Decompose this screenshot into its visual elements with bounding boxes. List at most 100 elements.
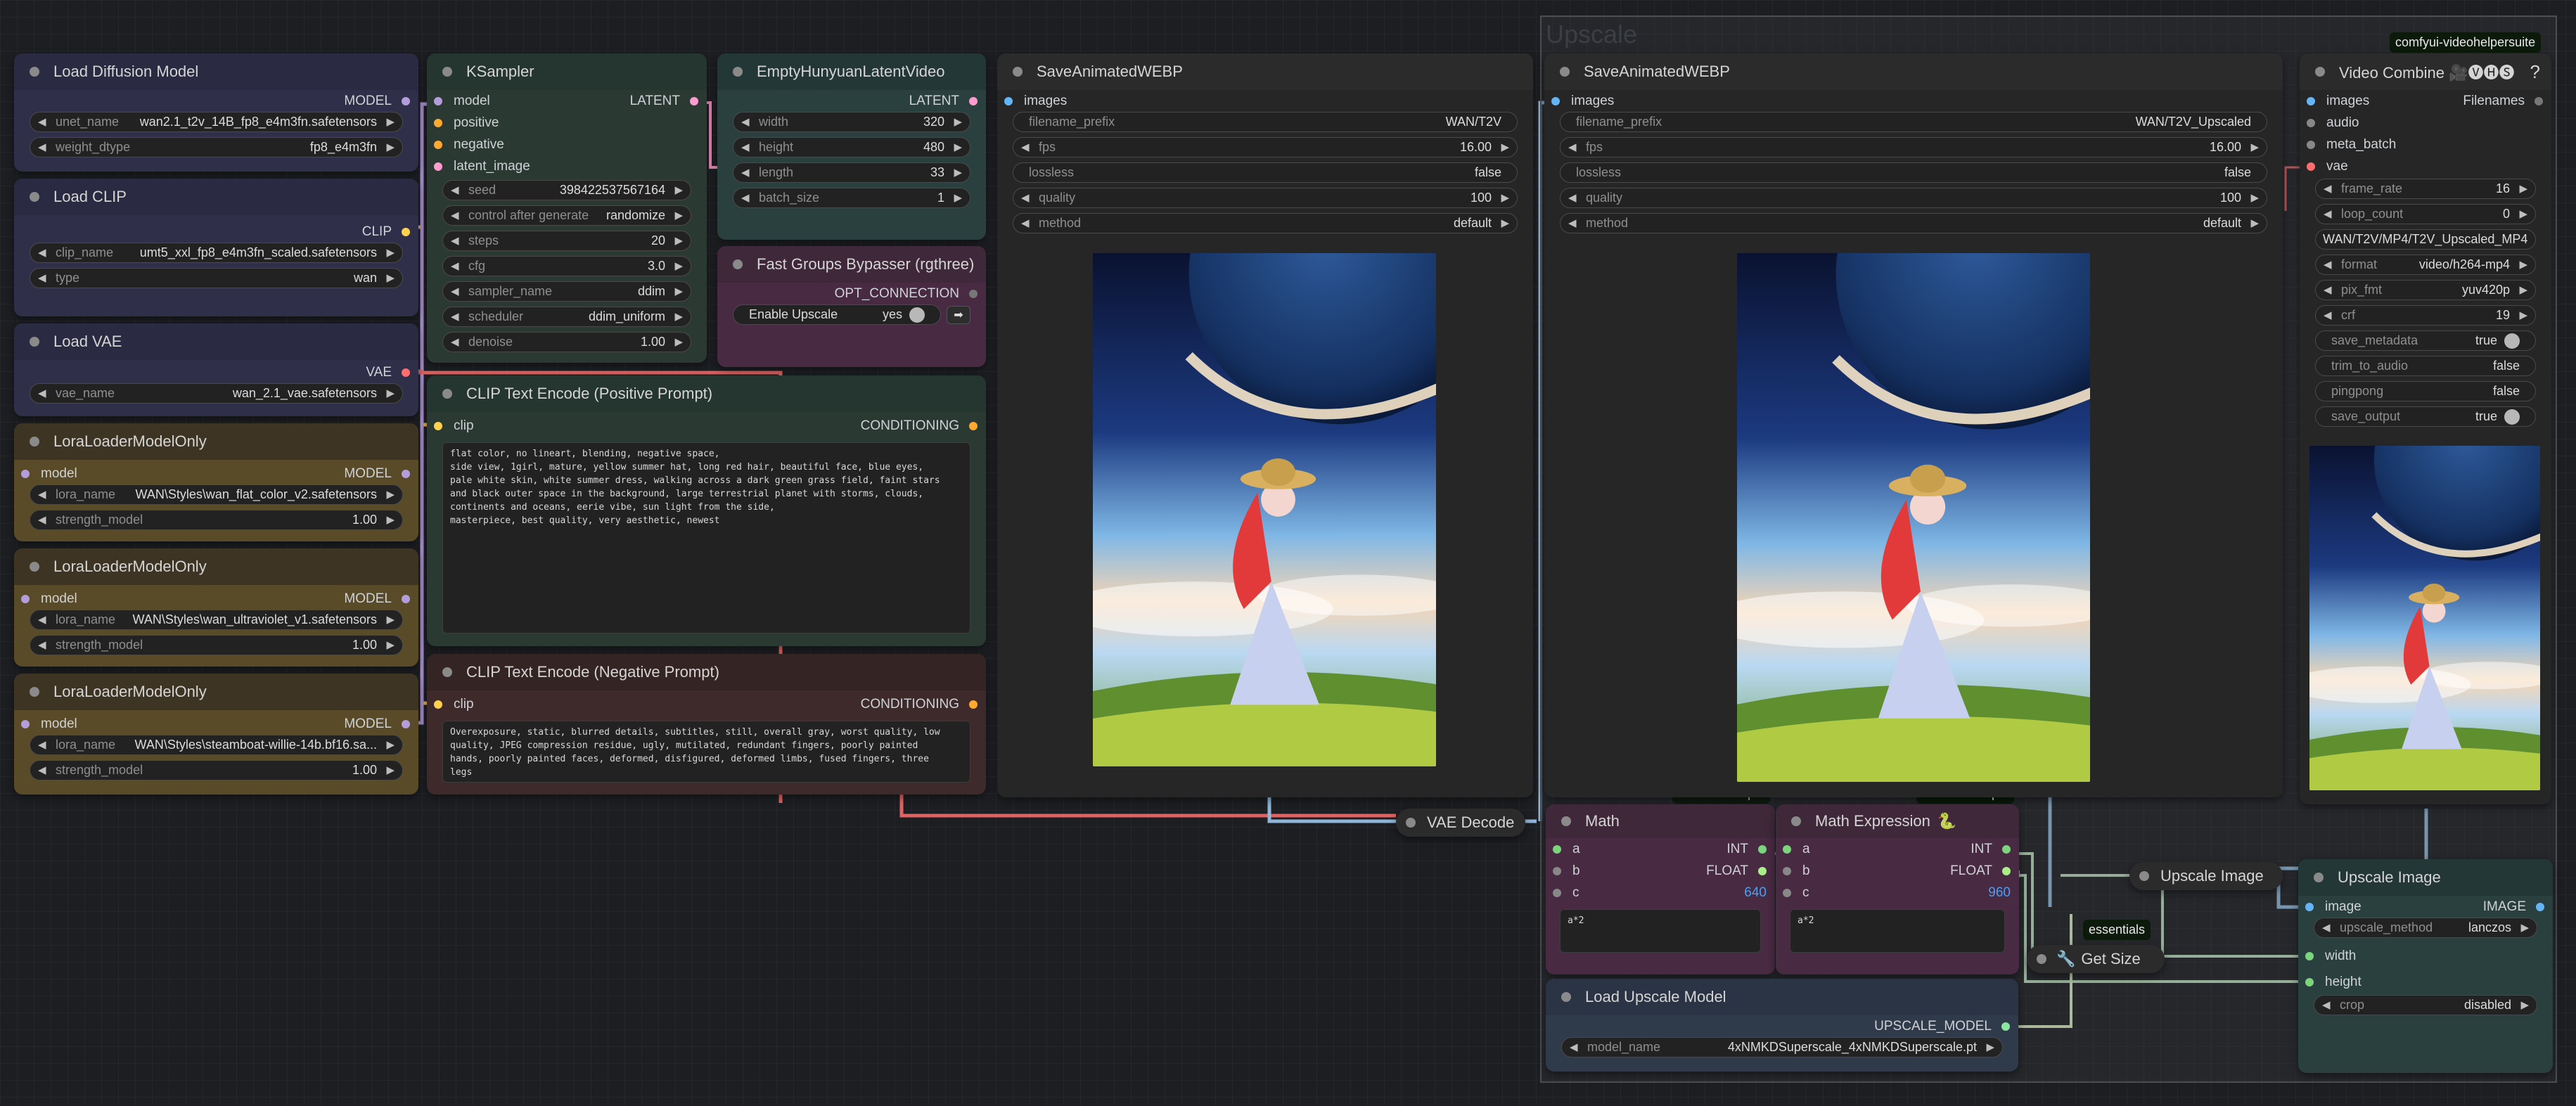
- clip-name-combo[interactable]: ◀ clip_name umt5_xxl_fp8_e4m3fn_scaled.saf…: [30, 243, 403, 263]
- model-socket-icon[interactable]: [21, 719, 30, 728]
- video-combine-node[interactable]: Video Combine 🎥🅥🅗🅢? images Filenames aud…: [2300, 53, 2551, 804]
- vae-input[interactable]: vae: [2307, 159, 2348, 174]
- arrow-right-icon[interactable]: ▶: [954, 115, 962, 128]
- arrow-left-icon[interactable]: ◀: [38, 613, 46, 626]
- node-header[interactable]: LoraLoaderModelOnly: [14, 423, 418, 460]
- filenames-output[interactable]: Filenames: [2463, 94, 2543, 109]
- arrow-right-icon[interactable]: ▶: [386, 613, 395, 626]
- arrow-left-icon[interactable]: ◀: [451, 234, 459, 247]
- arrow-left-icon[interactable]: ◀: [1021, 217, 1030, 229]
- model-socket-icon[interactable]: [434, 96, 442, 105]
- empty-latent-video-node[interactable]: EmptyHunyuanLatentVideo LATENT ◀ width 320…: [717, 53, 986, 240]
- load-clip-node[interactable]: Load CLIP CLIP ◀ clip_name umt5_xxl_fp8_e4…: [14, 179, 418, 316]
- vae-socket-icon[interactable]: [402, 368, 410, 377]
- collapse-dot-icon[interactable]: [30, 687, 39, 697]
- load-vae-node[interactable]: Load VAE VAE ◀ vae_name wan_2.1_vae.safete…: [14, 323, 418, 416]
- lora-name-combo[interactable]: ◀ lora_name WAN\Styles\wan_flat_color_v2.s…: [30, 484, 403, 505]
- arrow-right-icon[interactable]: ▶: [2519, 207, 2527, 220]
- lora-loader-node-3[interactable]: LoraLoaderModelOnly model MODEL ◀ lora_na…: [14, 674, 418, 795]
- model-input[interactable]: model: [21, 466, 77, 482]
- filenames-socket-icon[interactable]: [2535, 96, 2543, 105]
- lora-loader-node-2[interactable]: LoraLoaderModelOnly model MODEL ◀ lora_na…: [14, 548, 418, 667]
- steps-field[interactable]: ◀ steps 20 ▶: [442, 231, 691, 251]
- arrow-right-icon[interactable]: ▶: [386, 387, 395, 399]
- lossless-toggle[interactable]: lossless false: [1560, 162, 2267, 183]
- collapse-dot-icon[interactable]: [30, 437, 39, 446]
- collapse-dot-icon[interactable]: [2139, 871, 2149, 881]
- strength-model-slider[interactable]: ◀ strength_model 1.00 ▶: [30, 635, 403, 655]
- clip-input[interactable]: clip: [434, 697, 474, 712]
- arrow-right-icon[interactable]: ▶: [386, 513, 395, 526]
- goto-group-button[interactable]: ➡: [947, 305, 970, 324]
- method-combo[interactable]: ◀ method default ▶: [1013, 213, 1518, 233]
- node-header[interactable]: CLIP Text Encode (Positive Prompt): [427, 375, 986, 412]
- arrow-right-icon[interactable]: ▶: [2519, 182, 2527, 195]
- a-input[interactable]: a: [1553, 842, 1580, 857]
- node-header[interactable]: KSampler: [427, 53, 707, 90]
- quality-field[interactable]: ◀ quality 100 ▶: [1013, 188, 1518, 208]
- image-socket-icon[interactable]: [2307, 96, 2315, 105]
- arrow-right-icon[interactable]: ▶: [954, 141, 962, 153]
- node-header[interactable]: Upscale Image: [2298, 859, 2553, 896]
- number-socket-icon[interactable]: [1553, 888, 1561, 897]
- seed-field[interactable]: ◀ seed 398422537567164 ▶: [442, 180, 691, 200]
- arrow-right-icon[interactable]: ▶: [2519, 309, 2527, 321]
- node-header[interactable]: SaveAnimatedWEBP: [1544, 53, 2283, 90]
- arrow-left-icon[interactable]: ◀: [1568, 191, 1577, 204]
- model-socket-icon[interactable]: [402, 719, 410, 728]
- model-socket-icon[interactable]: [21, 469, 30, 478]
- int-socket-icon[interactable]: [1783, 844, 1791, 854]
- model-input[interactable]: model: [434, 94, 490, 109]
- fps-field[interactable]: ◀ fps 16.00 ▶: [1013, 137, 1518, 157]
- upscale-model-socket-icon[interactable]: [2001, 1022, 2010, 1031]
- node-header[interactable]: LoraLoaderModelOnly: [14, 548, 418, 585]
- arrow-right-icon[interactable]: ▶: [2250, 191, 2259, 204]
- arrow-left-icon[interactable]: ◀: [38, 115, 46, 128]
- node-header[interactable]: LoraLoaderModelOnly: [14, 674, 418, 710]
- video-preview[interactable]: [2309, 446, 2540, 790]
- save-metadata-toggle[interactable]: save_metadata true: [2315, 330, 2536, 351]
- meta-batch-input[interactable]: meta_batch: [2307, 137, 2396, 153]
- model-input[interactable]: model: [21, 716, 77, 732]
- arrow-left-icon[interactable]: ◀: [38, 387, 46, 399]
- model-input[interactable]: model: [21, 591, 77, 607]
- arrow-right-icon[interactable]: ▶: [1501, 217, 1509, 229]
- arrow-right-icon[interactable]: ▶: [674, 310, 683, 323]
- int-output[interactable]: INT: [1971, 842, 2011, 857]
- arrow-right-icon[interactable]: ▶: [386, 638, 395, 651]
- save-animated-webp-node-1[interactable]: SaveAnimatedWEBP images filename_prefix W…: [997, 53, 1533, 797]
- collapse-dot-icon[interactable]: [733, 67, 743, 77]
- number-socket-icon[interactable]: [1783, 866, 1791, 875]
- fps-field[interactable]: ◀ fps 16.00 ▶: [1560, 137, 2267, 157]
- conditioning-socket-icon[interactable]: [969, 700, 978, 709]
- arrow-left-icon[interactable]: ◀: [38, 141, 46, 153]
- collapse-dot-icon[interactable]: [30, 562, 39, 572]
- arrow-left-icon[interactable]: ◀: [2324, 283, 2332, 296]
- lora-name-combo[interactable]: ◀ lora_name WAN\Styles\wan_ultraviolet_v1.…: [30, 610, 403, 630]
- int-socket-icon[interactable]: [1758, 844, 1767, 854]
- node-header[interactable]: Math Expression 🐍: [1776, 804, 2019, 838]
- arrow-left-icon[interactable]: ◀: [2322, 998, 2331, 1011]
- get-size-node[interactable]: 🔧 Get Size: [2027, 945, 2165, 973]
- pix-fmt-combo[interactable]: ◀ pix_fmt yuv420p ▶: [2315, 280, 2536, 300]
- vae-socket-icon[interactable]: [2307, 162, 2315, 171]
- clip-output[interactable]: CLIP: [362, 224, 410, 240]
- number-socket-icon[interactable]: [1553, 866, 1561, 875]
- node-header[interactable]: Load Upscale Model: [1546, 979, 2018, 1015]
- arrow-right-icon[interactable]: ▶: [674, 184, 683, 196]
- quality-field[interactable]: ◀ quality 100 ▶: [1560, 188, 2267, 208]
- image-socket-icon[interactable]: [1004, 96, 1013, 105]
- arrow-left-icon[interactable]: ◀: [38, 271, 46, 284]
- toggle-knob-icon[interactable]: [2504, 409, 2520, 425]
- arrow-right-icon[interactable]: ▶: [386, 271, 395, 284]
- positive-prompt-textarea[interactable]: flat color, no lineart, blending, negati…: [442, 442, 970, 634]
- filename-prefix-field[interactable]: filename_prefix WAN/T2V: [1013, 112, 1518, 132]
- arrow-right-icon[interactable]: ▶: [2250, 217, 2259, 229]
- arrow-right-icon[interactable]: ▶: [674, 335, 683, 348]
- collapse-dot-icon[interactable]: [2314, 873, 2324, 882]
- c-input[interactable]: c: [1783, 885, 1809, 901]
- arrow-left-icon[interactable]: ◀: [38, 738, 46, 751]
- filename-prefix-field[interactable]: filename_prefix WAN/T2V_Upscaled: [1560, 112, 2267, 132]
- lora-name-combo[interactable]: ◀ lora_name WAN\Styles\steamboat-willie-14…: [30, 735, 403, 755]
- images-input[interactable]: images: [1551, 94, 1614, 109]
